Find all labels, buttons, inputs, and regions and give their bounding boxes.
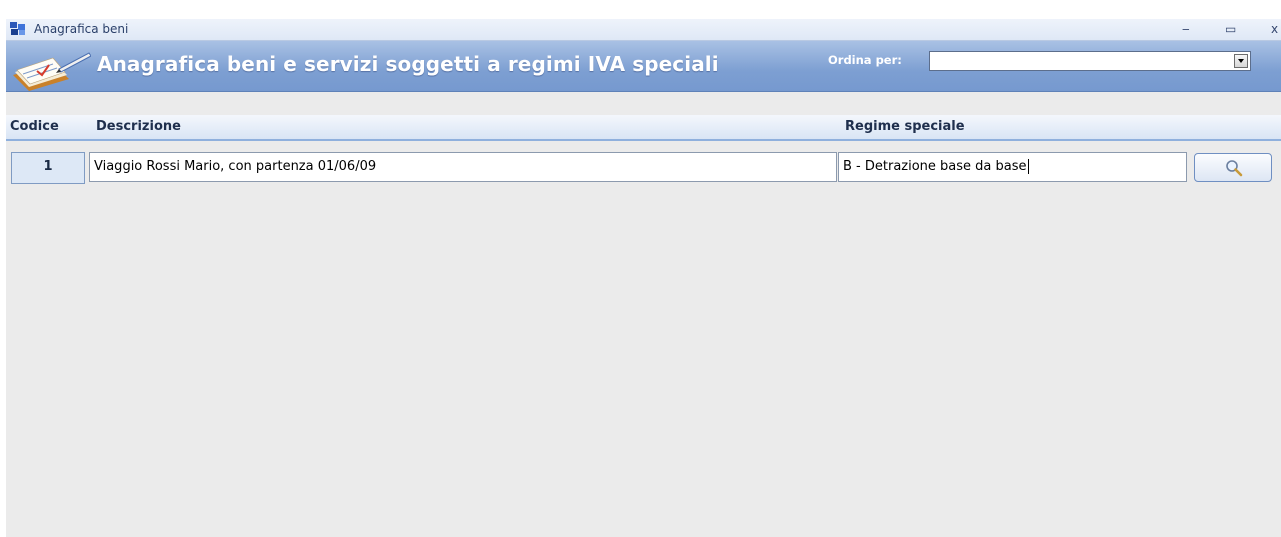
text-caret xyxy=(1027,159,1029,174)
app-icon xyxy=(10,22,25,35)
regime-field[interactable]: B - Detrazione base da base xyxy=(838,152,1187,182)
notebook-pen-icon xyxy=(13,52,91,91)
app-window: Anagrafica beni ‒ ▭ x Anagrafica beni e … xyxy=(6,19,1281,537)
column-header-descrizione: Descrizione xyxy=(96,119,181,134)
search-icon xyxy=(1226,160,1243,177)
window-titlebar: Anagrafica beni ‒ ▭ x xyxy=(6,19,1281,41)
column-header-regime: Regime speciale xyxy=(845,119,965,134)
page-title: Anagrafica beni e servizi soggetti a reg… xyxy=(97,52,719,76)
window-title: Anagrafica beni xyxy=(34,22,129,36)
header-banner: Anagrafica beni e servizi soggetti a reg… xyxy=(6,41,1281,92)
close-button[interactable]: x xyxy=(1271,22,1278,36)
column-header-bar: Codice Descrizione Regime speciale xyxy=(6,115,1281,141)
table-row: 1 Viaggio Rossi Mario, con partenza 01/0… xyxy=(6,152,1281,184)
column-header-codice: Codice xyxy=(10,119,59,134)
codice-cell[interactable]: 1 xyxy=(11,152,85,184)
sort-label: Ordina per: xyxy=(828,53,902,67)
regime-value: B - Detrazione base da base xyxy=(843,159,1027,174)
descrizione-field[interactable]: Viaggio Rossi Mario, con partenza 01/06/… xyxy=(89,152,837,182)
chevron-down-icon[interactable] xyxy=(1234,54,1248,68)
lookup-button[interactable] xyxy=(1194,153,1272,182)
minimize-button[interactable]: ‒ xyxy=(1182,22,1190,36)
maximize-button[interactable]: ▭ xyxy=(1225,22,1236,36)
sort-dropdown[interactable] xyxy=(929,51,1251,71)
